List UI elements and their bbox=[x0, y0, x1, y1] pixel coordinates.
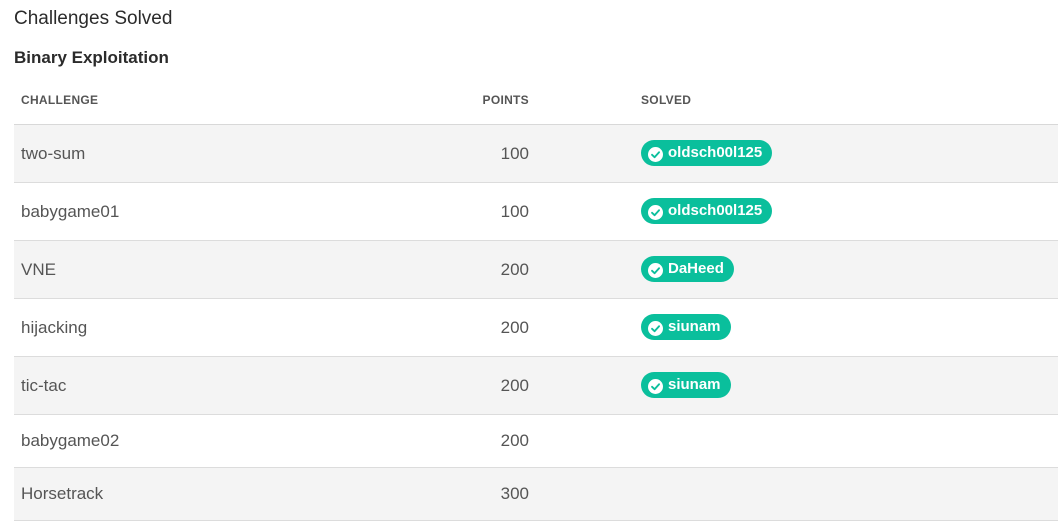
challenge-name[interactable]: two-sum bbox=[14, 124, 324, 183]
solver-username: oldsch00l125 bbox=[668, 143, 763, 161]
challenge-points: 200 bbox=[324, 356, 529, 415]
challenge-name[interactable]: VNE bbox=[14, 240, 324, 299]
check-circle-icon bbox=[648, 261, 663, 279]
challenge-points: 300 bbox=[324, 467, 529, 521]
page-title: Challenges Solved bbox=[14, 8, 173, 29]
challenge-name[interactable]: Horsetrack bbox=[14, 467, 324, 521]
challenge-points: 200 bbox=[324, 240, 529, 299]
solved-cell: siunam bbox=[529, 356, 1058, 415]
table-row: hijacking 200 siunam bbox=[14, 298, 1058, 357]
table-header-row: CHALLENGE POINTS SOLVED bbox=[14, 76, 1058, 125]
solved-cell bbox=[529, 414, 1058, 468]
challenges-table: CHALLENGE POINTS SOLVED two-sum 100 oldsch… bbox=[14, 76, 1058, 521]
check-circle-icon bbox=[648, 145, 663, 163]
solver-username: siunam bbox=[668, 375, 721, 393]
header-solved: SOLVED bbox=[529, 76, 1058, 125]
solved-by-badge[interactable]: siunam bbox=[641, 313, 731, 340]
challenge-name[interactable]: babygame02 bbox=[14, 414, 324, 468]
solved-cell: oldsch00l125 bbox=[529, 182, 1058, 241]
check-circle-icon bbox=[648, 319, 663, 337]
header-challenge: CHALLENGE bbox=[14, 76, 324, 125]
check-circle-icon bbox=[648, 377, 663, 395]
solved-by-badge[interactable]: oldsch00l125 bbox=[641, 197, 773, 224]
table-row: Horsetrack 300 bbox=[14, 467, 1058, 521]
challenge-points: 200 bbox=[324, 414, 529, 468]
solver-username: siunam bbox=[668, 317, 721, 335]
solved-cell: DaHeed bbox=[529, 240, 1058, 299]
table-row: babygame01 100 oldsch00l125 bbox=[14, 182, 1058, 241]
challenge-name[interactable]: tic-tac bbox=[14, 356, 324, 415]
section-title: Binary Exploitation bbox=[14, 48, 169, 67]
solved-by-badge[interactable]: oldsch00l125 bbox=[641, 139, 773, 166]
solved-cell: oldsch00l125 bbox=[529, 124, 1058, 183]
solved-cell bbox=[529, 467, 1058, 521]
challenge-points: 200 bbox=[324, 298, 529, 357]
solved-by-badge[interactable]: DaHeed bbox=[641, 255, 734, 282]
table-row: babygame02 200 bbox=[14, 414, 1058, 468]
table-row: VNE 200 DaHeed bbox=[14, 240, 1058, 299]
check-circle-icon bbox=[648, 203, 663, 221]
solver-username: DaHeed bbox=[668, 259, 724, 277]
table-row: tic-tac 200 siunam bbox=[14, 356, 1058, 415]
challenge-points: 100 bbox=[324, 182, 529, 241]
challenge-name[interactable]: babygame01 bbox=[14, 182, 324, 241]
challenge-name[interactable]: hijacking bbox=[14, 298, 324, 357]
page: Challenges Solved Binary Exploitation CH… bbox=[0, 0, 1061, 527]
solved-by-badge[interactable]: siunam bbox=[641, 371, 731, 398]
header-points: POINTS bbox=[324, 76, 529, 125]
solver-username: oldsch00l125 bbox=[668, 201, 763, 219]
solved-cell: siunam bbox=[529, 298, 1058, 357]
challenge-points: 100 bbox=[324, 124, 529, 183]
table-row: two-sum 100 oldsch00l125 bbox=[14, 124, 1058, 183]
